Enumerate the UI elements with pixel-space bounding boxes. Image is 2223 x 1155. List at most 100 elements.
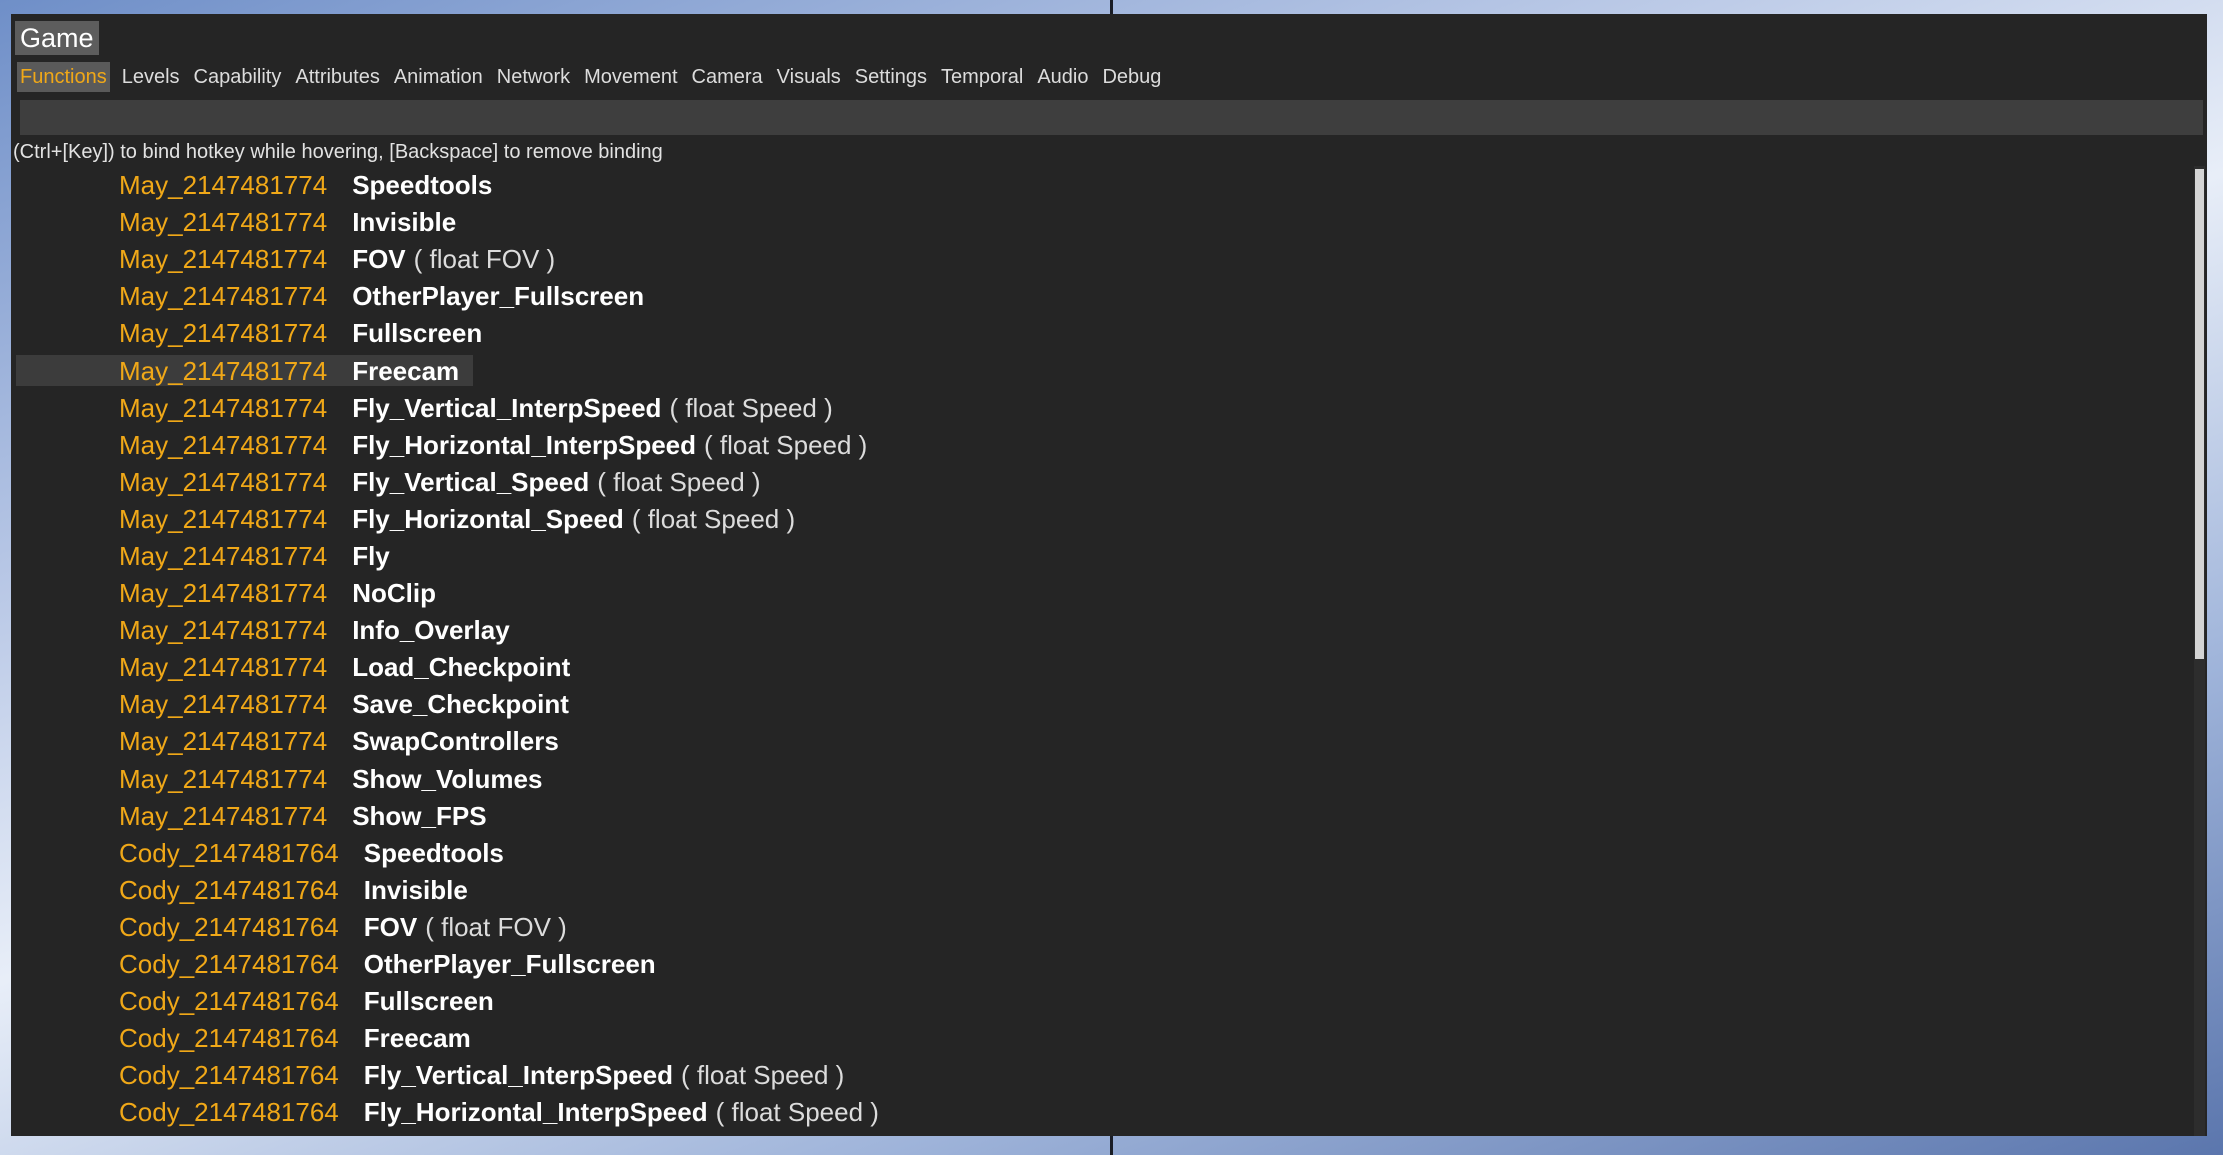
function-row[interactable]: May_2147481774 Save_Checkpoint (16, 686, 2196, 723)
function-name[interactable]: Fullscreen (352, 318, 482, 349)
tab-functions[interactable]: Functions (17, 62, 110, 92)
function-row[interactable]: Cody_2147481764 Fullscreen (16, 983, 2196, 1020)
function-row[interactable]: May_2147481774 Freecam (16, 352, 2196, 389)
tab-audio[interactable]: Audio (1035, 62, 1090, 92)
function-row[interactable]: May_2147481774 Speedtools (16, 167, 2196, 204)
search-input[interactable] (20, 100, 2203, 135)
function-row[interactable]: May_2147481774 NoClip (16, 575, 2196, 612)
function-name[interactable]: OtherPlayer_Fullscreen (364, 949, 656, 980)
function-row[interactable]: May_2147481774 Fly_Vertical_Speed ( float … (16, 464, 2196, 501)
function-name[interactable]: Fly_Vertical_InterpSpeed (352, 393, 661, 424)
function-params: ( float Speed ) (715, 1097, 879, 1128)
tab-visuals[interactable]: Visuals (775, 62, 843, 92)
function-row[interactable]: Cody_2147481764 Fly_Horizontal_InterpSpee… (16, 1094, 2196, 1131)
function-row[interactable]: May_2147481774 Fly_Vertical_InterpSpeed ( … (16, 390, 2196, 427)
function-row[interactable]: May_2147481774 Info_Overlay (16, 612, 2196, 649)
function-name[interactable]: Fly (352, 541, 390, 572)
function-name[interactable]: NoClip (352, 578, 436, 609)
function-row[interactable]: Cody_2147481764 Invisible (16, 872, 2196, 909)
player-id: May_2147481774 (119, 615, 328, 646)
tab-temporal[interactable]: Temporal (939, 62, 1025, 92)
function-name[interactable]: Load_Checkpoint (352, 652, 570, 683)
tab-bar: Functions Levels Capability Attributes Anima… (17, 62, 1163, 92)
player-id: May_2147481774 (119, 244, 328, 275)
function-name[interactable]: Invisible (352, 207, 456, 238)
function-row[interactable]: May_2147481774 Show_Volumes (16, 761, 2196, 798)
function-name[interactable]: Info_Overlay (352, 615, 510, 646)
function-name[interactable]: Fly_Horizontal_InterpSpeed (364, 1097, 708, 1128)
function-name[interactable]: Fly_Horizontal_InterpSpeed (352, 430, 696, 461)
function-row[interactable]: May_2147481774 Invisible (16, 204, 2196, 241)
player-id: May_2147481774 (119, 503, 328, 534)
function-row[interactable]: May_2147481774 Show_FPS (16, 798, 2196, 835)
player-id: Cody_2147481764 (119, 986, 339, 1017)
function-row[interactable]: May_2147481774 FOV ( float FOV ) (16, 241, 2196, 278)
player-id: Cody_2147481764 (119, 911, 339, 942)
function-row[interactable]: May_2147481774 OtherPlayer_Fullscreen (16, 278, 2196, 315)
function-name[interactable]: Invisible (364, 875, 468, 906)
player-id: May_2147481774 (119, 355, 328, 386)
function-row[interactable]: Cody_2147481764 OtherPlayer_Fullscreen (16, 946, 2196, 983)
player-id: Cody_2147481764 (119, 949, 339, 980)
tab-levels[interactable]: Levels (120, 62, 182, 92)
player-id: May_2147481774 (119, 800, 328, 831)
player-id: May_2147481774 (119, 540, 328, 571)
function-params: ( float Speed ) (704, 429, 868, 460)
function-name[interactable]: Fly_Horizontal_Speed (352, 504, 624, 535)
player-id: May_2147481774 (119, 652, 328, 683)
function-row[interactable]: May_2147481774 Fly (16, 538, 2196, 575)
function-name[interactable]: OtherPlayer_Fullscreen (352, 281, 644, 312)
player-id: May_2147481774 (119, 207, 328, 238)
tab-settings[interactable]: Settings (853, 62, 929, 92)
player-id: May_2147481774 (119, 763, 328, 794)
player-id: May_2147481774 (119, 318, 328, 349)
player-id: Cody_2147481764 (119, 837, 339, 868)
function-row[interactable]: Cody_2147481764 Freecam (16, 1020, 2196, 1057)
function-name[interactable]: Freecam (352, 356, 459, 387)
function-row[interactable]: May_2147481774 Fly_Horizontal_Speed( floa… (16, 501, 2196, 538)
player-id: May_2147481774 (119, 392, 328, 423)
scrollbar[interactable] (2194, 166, 2205, 1136)
player-id: May_2147481774 (119, 689, 328, 720)
function-params: ( float Speed ) (597, 466, 761, 497)
function-list: May_2147481774 Speedtools May_2147481774 In… (16, 167, 2196, 1136)
player-id: Cody_2147481764 (119, 874, 339, 905)
tab-attributes[interactable]: Attributes (293, 62, 381, 92)
function-row[interactable]: Cody_2147481764 Speedtools (16, 835, 2196, 872)
function-name[interactable]: FOV (352, 244, 405, 275)
function-name[interactable]: Fullscreen (364, 986, 494, 1017)
scrollbar-thumb[interactable] (2195, 169, 2204, 659)
function-name[interactable]: Show_Volumes (352, 764, 542, 795)
function-name[interactable]: FOV (364, 912, 417, 943)
tab-animation[interactable]: Animation (392, 62, 485, 92)
function-name[interactable]: SwapControllers (352, 726, 559, 757)
function-row[interactable]: Cody_2147481764 FOV ( float FOV ) (16, 909, 2196, 946)
player-id: May_2147481774 (119, 578, 328, 609)
function-params: ( float Speed ) (631, 503, 796, 534)
hotkey-hint: (Ctrl+[Key]) to bind hotkey while hoveri… (13, 141, 663, 163)
tab-camera[interactable]: Camera (690, 62, 765, 92)
function-row[interactable]: May_2147481774 Fullscreen (16, 315, 2196, 352)
function-row[interactable]: May_2147481774 Fly_Horizontal_InterpSpeed… (16, 427, 2196, 464)
function-name[interactable]: Fly_Vertical_Speed (352, 467, 589, 498)
function-name[interactable]: Speedtools (352, 170, 492, 201)
tab-movement[interactable]: Movement (582, 62, 679, 92)
player-id: May_2147481774 (119, 726, 328, 757)
function-name[interactable]: Speedtools (364, 838, 504, 869)
function-row[interactable]: Cody_2147481764 Fly_Vertical_InterpSpeed (… (16, 1057, 2196, 1094)
function-name[interactable]: Show_FPS (352, 801, 486, 832)
game-debug-window: Game Functions Levels Capability Attributes… (11, 14, 2207, 1136)
function-name[interactable]: Freecam (364, 1023, 471, 1054)
tab-debug[interactable]: Debug (1100, 62, 1163, 92)
tab-capability[interactable]: Capability (192, 62, 284, 92)
function-params: ( float Speed ) (681, 1060, 845, 1091)
function-params: ( float FOV ) (413, 244, 556, 275)
function-name[interactable]: Fly_Vertical_InterpSpeed (364, 1060, 673, 1091)
tab-network[interactable]: Network (495, 62, 572, 92)
function-name[interactable]: Save_Checkpoint (352, 689, 569, 720)
function-row[interactable]: May_2147481774 Load_Checkpoint (16, 649, 2196, 686)
function-row[interactable]: May_2147481774 SwapControllers (16, 723, 2196, 760)
player-id: Cody_2147481764 (119, 1023, 339, 1054)
function-params: ( float FOV ) (425, 911, 567, 942)
window-title[interactable]: Game (15, 21, 99, 55)
